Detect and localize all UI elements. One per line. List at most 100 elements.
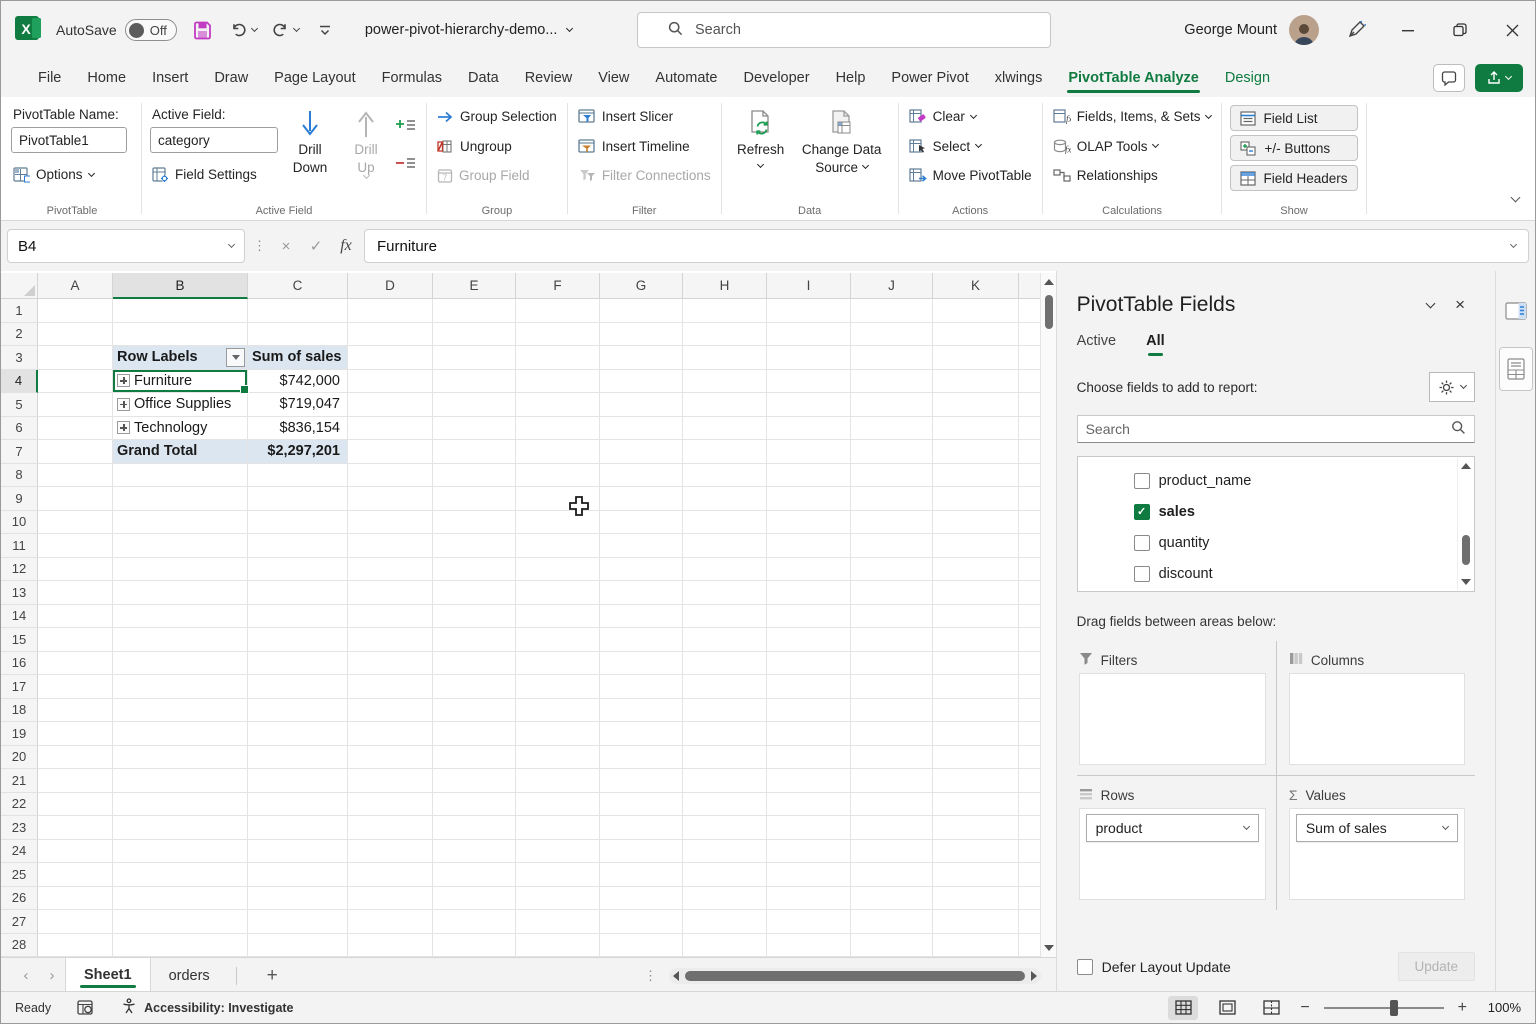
cell-B19[interactable] <box>113 722 248 746</box>
cell-G3[interactable] <box>600 346 683 370</box>
cell-A11[interactable] <box>38 534 113 558</box>
cell-C22[interactable] <box>248 793 348 817</box>
cell-G23[interactable] <box>600 816 683 840</box>
cell-K24[interactable] <box>933 840 1019 864</box>
cell-J23[interactable] <box>851 816 933 840</box>
pivot-value-furniture[interactable]: $742,000 <box>248 370 348 394</box>
expand-item-icon[interactable] <box>117 374 130 387</box>
cell-G26[interactable] <box>600 887 683 911</box>
ribbon-tab-design[interactable]: Design <box>1212 62 1283 95</box>
cell-G25[interactable] <box>600 863 683 887</box>
buttons-button[interactable]: +/- Buttons <box>1230 135 1357 161</box>
cell-K16[interactable] <box>933 652 1019 676</box>
cell-J5[interactable] <box>851 393 933 417</box>
cell-K5[interactable] <box>933 393 1019 417</box>
cell-F1[interactable] <box>516 299 600 323</box>
cell-J19[interactable] <box>851 722 933 746</box>
cell-C28[interactable] <box>248 934 348 958</box>
cell-A4[interactable] <box>38 370 113 394</box>
cell-C1[interactable] <box>248 299 348 323</box>
fields-search-input[interactable]: Search <box>1077 415 1475 443</box>
add-sheet-button[interactable]: + <box>245 965 300 987</box>
field-item-quantity[interactable]: quantity <box>1078 527 1474 558</box>
cell-G9[interactable] <box>600 487 683 511</box>
column-header-g[interactable]: G <box>600 273 683 299</box>
cell-E10[interactable] <box>433 511 516 535</box>
cell-H24[interactable] <box>683 840 767 864</box>
cell-G7[interactable] <box>600 440 683 464</box>
comments-button[interactable] <box>1433 64 1465 92</box>
cell-F13[interactable] <box>516 581 600 605</box>
fields-items-sets-button[interactable]: fxFields, Items, & Sets <box>1051 103 1214 130</box>
row-header-9[interactable]: 9 <box>1 487 38 511</box>
cell-I9[interactable] <box>767 487 851 511</box>
cell-G20[interactable] <box>600 746 683 770</box>
cell-E2[interactable] <box>433 323 516 347</box>
chevron-down-icon[interactable] <box>1243 823 1250 830</box>
expand-field-icon[interactable] <box>396 118 416 139</box>
columns-area[interactable]: Columns <box>1276 641 1475 775</box>
row-header-7[interactable]: 7 <box>1 440 38 464</box>
cell-K2[interactable] <box>933 323 1019 347</box>
group-selection-button[interactable]: Group Selection <box>435 103 559 130</box>
cell-D2[interactable] <box>348 323 433 347</box>
cell-A10[interactable] <box>38 511 113 535</box>
cell-B11[interactable] <box>113 534 248 558</box>
ribbon-tab-page-layout[interactable]: Page Layout <box>261 62 368 95</box>
cell-K20[interactable] <box>933 746 1019 770</box>
cell-J1[interactable] <box>851 299 933 323</box>
cell-E26[interactable] <box>433 887 516 911</box>
cell-B2[interactable] <box>113 323 248 347</box>
cell-H19[interactable] <box>683 722 767 746</box>
row-header-24[interactable]: 24 <box>1 840 38 864</box>
cell-B27[interactable] <box>113 910 248 934</box>
drill-up-button[interactable]: Drill Up <box>342 103 390 200</box>
cell-C23[interactable] <box>248 816 348 840</box>
cell-G8[interactable] <box>600 464 683 488</box>
cell-A21[interactable] <box>38 769 113 793</box>
cell-E11[interactable] <box>433 534 516 558</box>
cell-E24[interactable] <box>433 840 516 864</box>
cell-E27[interactable] <box>433 910 516 934</box>
undo-button[interactable] <box>229 17 257 43</box>
cell-I24[interactable] <box>767 840 851 864</box>
cell-J21[interactable] <box>851 769 933 793</box>
cell-D6[interactable] <box>348 417 433 441</box>
cell-F10[interactable] <box>516 511 600 535</box>
row-header-21[interactable]: 21 <box>1 769 38 793</box>
cell-J9[interactable] <box>851 487 933 511</box>
cell-D21[interactable] <box>348 769 433 793</box>
row-header-23[interactable]: 23 <box>1 816 38 840</box>
cell-D1[interactable] <box>348 299 433 323</box>
cell-C21[interactable] <box>248 769 348 793</box>
formula-bar-handle-icon[interactable]: ⋮ <box>251 238 268 254</box>
ungroup-button[interactable]: Ungroup <box>435 133 559 160</box>
cell-F11[interactable] <box>516 534 600 558</box>
row-header-15[interactable]: 15 <box>1 628 38 652</box>
active-field-input[interactable]: category <box>150 127 278 153</box>
cell-E7[interactable] <box>433 440 516 464</box>
cell-B23[interactable] <box>113 816 248 840</box>
zoom-level[interactable]: 100% <box>1481 1000 1521 1015</box>
row-header-1[interactable]: 1 <box>1 299 38 323</box>
cell-D9[interactable] <box>348 487 433 511</box>
cell-D25[interactable] <box>348 863 433 887</box>
cell-K6[interactable] <box>933 417 1019 441</box>
group-field-button[interactable]: 7Group Field <box>435 162 559 189</box>
cell-G13[interactable] <box>600 581 683 605</box>
cell-H12[interactable] <box>683 558 767 582</box>
cell-F4[interactable] <box>516 370 600 394</box>
cell-I6[interactable] <box>767 417 851 441</box>
pivot-value-office-supplies[interactable]: $719,047 <box>248 393 348 417</box>
cell-C10[interactable] <box>248 511 348 535</box>
pane-close-icon[interactable]: × <box>1445 295 1475 315</box>
cell-F9[interactable] <box>516 487 600 511</box>
field-pill-sum-of-sales[interactable]: Sum of sales <box>1296 814 1458 842</box>
column-header-b[interactable]: B <box>113 273 248 299</box>
cell-F28[interactable] <box>516 934 600 958</box>
cell-K4[interactable] <box>933 370 1019 394</box>
zoom-slider[interactable] <box>1324 1007 1444 1009</box>
cell-I15[interactable] <box>767 628 851 652</box>
cell-E4[interactable] <box>433 370 516 394</box>
cell-G27[interactable] <box>600 910 683 934</box>
